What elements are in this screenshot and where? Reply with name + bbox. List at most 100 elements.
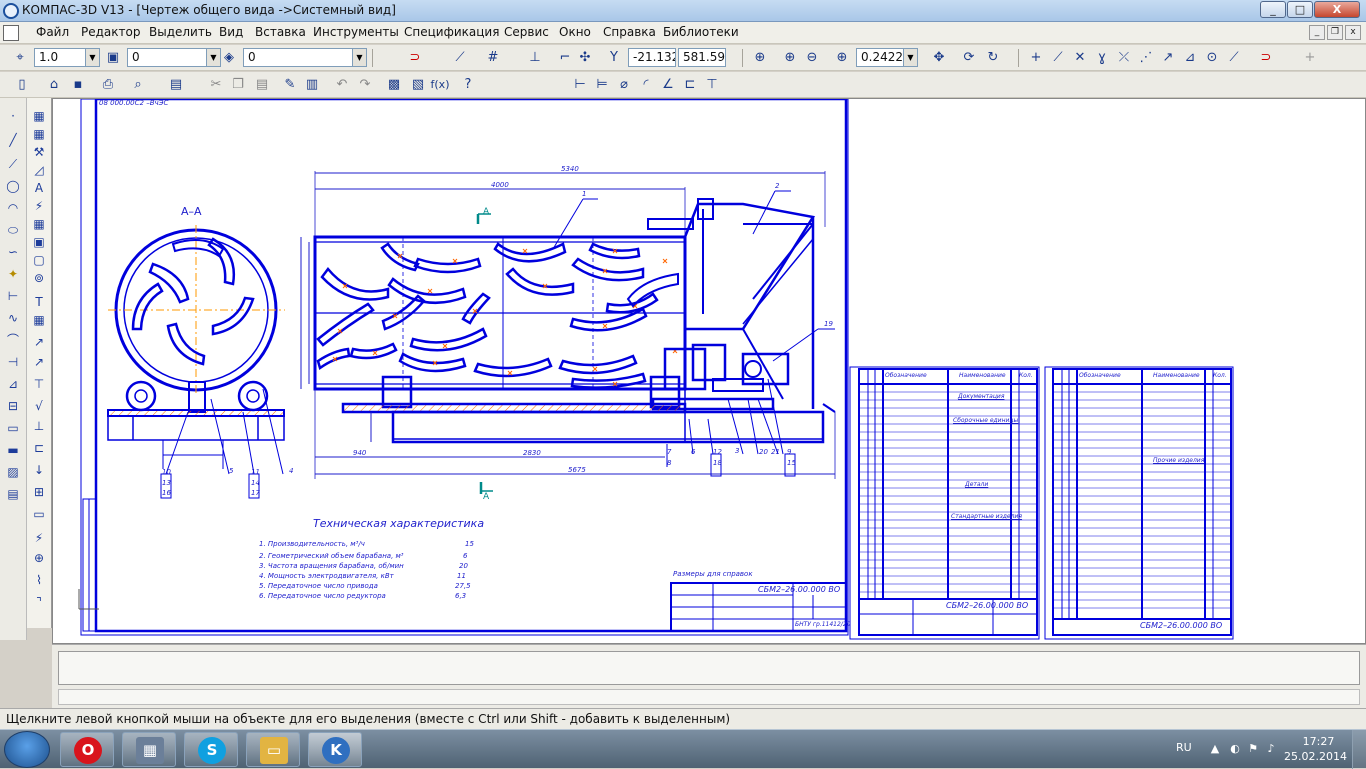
circle-tool-icon[interactable]: ◯ xyxy=(3,178,23,195)
clock-date[interactable]: 25.02.2014 xyxy=(1284,750,1347,763)
step-dropdown[interactable]: ▼ xyxy=(86,48,100,67)
highlight-tool-icon[interactable]: ✦ xyxy=(3,266,23,283)
arc-tool-icon[interactable]: ◠ xyxy=(3,200,23,217)
save-icon[interactable]: ▪ xyxy=(68,75,88,95)
layers-tool-icon[interactable]: ▤ xyxy=(3,486,23,503)
snap-off-icon[interactable]: + xyxy=(1300,48,1320,68)
base-icon[interactable]: ⊥ xyxy=(29,418,49,435)
new-document-icon[interactable]: ▯ xyxy=(12,75,32,95)
clock-time[interactable]: 17:27 xyxy=(1296,735,1341,748)
style-icon[interactable]: ◈ xyxy=(219,48,239,68)
taskbar-skype-button[interactable]: S xyxy=(184,732,238,767)
menu-tools[interactable]: Инструменты xyxy=(313,25,399,39)
snap-point-icon[interactable]: + xyxy=(1026,48,1046,68)
chamfer-icon[interactable]: ◿ xyxy=(29,162,49,179)
round-icon[interactable]: ✣ xyxy=(575,48,595,68)
tray-flag-icon[interactable]: ⚑ xyxy=(1246,742,1260,756)
dimension-radius-icon[interactable]: ◜ xyxy=(636,75,656,95)
frame-icon[interactable]: ▣ xyxy=(29,234,49,251)
correction-icon[interactable]: ⚡ xyxy=(29,198,49,215)
snap-nearest-icon[interactable]: ↗ xyxy=(1158,48,1178,68)
spec-table-icon[interactable]: ▥ xyxy=(302,75,322,95)
cut-icon[interactable]: ✂ xyxy=(206,75,226,95)
edit-tool-icon[interactable]: ⌒ xyxy=(3,332,23,349)
variables-icon[interactable]: f(x) xyxy=(430,75,450,95)
doc-restore-button[interactable]: ❐ xyxy=(1327,25,1343,40)
property-panel-field[interactable] xyxy=(58,651,1360,685)
position-icon[interactable]: ⚡ xyxy=(29,530,49,547)
minimize-button[interactable]: _ xyxy=(1260,1,1286,18)
leader2-icon[interactable]: ↗ xyxy=(29,354,49,371)
properties-icon[interactable]: ▤ xyxy=(166,75,186,95)
tolerance-icon[interactable]: ⊞ xyxy=(29,484,49,501)
show-desktop-button[interactable] xyxy=(1352,730,1366,769)
copy-properties-icon[interactable]: ✎ xyxy=(280,75,300,95)
center-mark-icon[interactable]: ⊕ xyxy=(29,550,49,567)
menu-insert[interactable]: Вставка xyxy=(255,25,306,39)
menu-specification[interactable]: Спецификация xyxy=(404,25,499,39)
aux-line-tool-icon[interactable]: ╱ xyxy=(3,132,23,149)
view-arrow-icon[interactable]: ↓ xyxy=(29,462,49,479)
frame2-icon[interactable]: ▢ xyxy=(29,252,49,269)
zoom-window-icon[interactable]: ⊕ xyxy=(750,48,770,68)
view-icon[interactable]: ⊚ xyxy=(29,270,49,287)
designation-tool-icon[interactable]: ∿ xyxy=(3,310,23,327)
snap-magnet-icon[interactable]: ⊃ xyxy=(405,48,425,68)
style-dropdown[interactable]: ▼ xyxy=(353,48,367,67)
paste-icon[interactable]: ▤ xyxy=(252,75,272,95)
zoom-scale-icon[interactable]: ⊕ xyxy=(832,48,852,68)
menu-select[interactable]: Выделить xyxy=(149,25,212,39)
taskbar-calculator-button[interactable]: ▦ xyxy=(122,732,176,767)
measure-tool-icon[interactable]: ⊿ xyxy=(3,376,23,393)
spec-tool-icon[interactable]: ▭ xyxy=(3,420,23,437)
snap-tangent-icon[interactable]: ɣ xyxy=(1092,48,1112,68)
redraw-icon[interactable]: ↻ xyxy=(983,48,1003,68)
print-icon[interactable]: ⎙ xyxy=(98,75,118,95)
dimension-angle-icon[interactable]: ∠ xyxy=(658,75,678,95)
menu-editor[interactable]: Редактор xyxy=(81,25,140,39)
segment-tool-icon[interactable]: ⟋ xyxy=(3,156,23,173)
zoom-in-icon[interactable]: ⊕ xyxy=(780,48,800,68)
pan-icon[interactable]: ✥ xyxy=(929,48,949,68)
menu-window[interactable]: Окно xyxy=(559,25,591,39)
snap-middle-icon[interactable]: ⋰ xyxy=(1136,48,1156,68)
zoom-dropdown[interactable]: ▼ xyxy=(904,48,918,67)
mark-icon[interactable]: ▭ xyxy=(29,506,49,523)
snap-normal-icon[interactable]: ⤫ xyxy=(1114,48,1134,68)
taskbar-kompas-button[interactable]: K xyxy=(308,732,362,767)
menu-file[interactable]: Файл xyxy=(36,25,69,39)
dimension-linear-icon[interactable]: ⊢ xyxy=(570,75,590,95)
document-icon[interactable] xyxy=(3,25,19,41)
taskbar-explorer-button[interactable]: ▭ xyxy=(246,732,300,767)
menu-help[interactable]: Справка xyxy=(603,25,656,39)
copy-icon[interactable]: ❐ xyxy=(228,75,248,95)
library-manager-icon[interactable]: ▧ xyxy=(408,75,428,95)
dimension-aligned-icon[interactable]: ⊨ xyxy=(592,75,612,95)
doc-minimize-button[interactable]: _ xyxy=(1309,25,1325,40)
point-tool-icon[interactable]: · xyxy=(3,108,23,125)
menu-libraries[interactable]: Библиотеки xyxy=(663,25,739,39)
layer-icon[interactable]: ▣ xyxy=(103,48,123,68)
snap-magnet2-icon[interactable]: ⊃ xyxy=(1256,48,1276,68)
roughness-icon[interactable]: √ xyxy=(29,398,49,415)
table-tool-icon[interactable]: ▦ xyxy=(29,312,49,329)
close-button[interactable]: X xyxy=(1314,1,1360,18)
style-field[interactable]: 0 xyxy=(243,48,353,67)
manager-icon[interactable]: ▩ xyxy=(384,75,404,95)
wavy-line-icon[interactable]: ⌇ xyxy=(29,572,49,589)
tray-volume-icon[interactable]: ♪ xyxy=(1264,742,1278,756)
leader-icon[interactable]: ↗ xyxy=(29,334,49,351)
grid-panel-icon[interactable]: ▦ xyxy=(29,126,49,143)
bend-icon[interactable]: ⌝ xyxy=(29,594,49,611)
text-tool-icon[interactable]: T xyxy=(29,294,49,311)
ellipse-tool-icon[interactable]: ⬭ xyxy=(3,222,23,239)
snap-intersect-icon[interactable]: ✕ xyxy=(1070,48,1090,68)
menu-service[interactable]: Сервис xyxy=(504,25,549,39)
dimension-chain-icon[interactable]: ⊏ xyxy=(680,75,700,95)
coord-x-field[interactable]: -21.132 xyxy=(628,48,676,67)
drawing-canvas[interactable]: 08 000.00С2 –ВчЭС А–А А А 5340 4000 940 … xyxy=(52,98,1366,644)
coord-y-field[interactable]: 581.59 xyxy=(678,48,726,67)
taskbar-opera-button[interactable]: O xyxy=(60,732,114,767)
tray-network-icon[interactable]: ◐ xyxy=(1228,742,1242,756)
open-folder-icon[interactable]: ⌂ xyxy=(44,75,64,95)
